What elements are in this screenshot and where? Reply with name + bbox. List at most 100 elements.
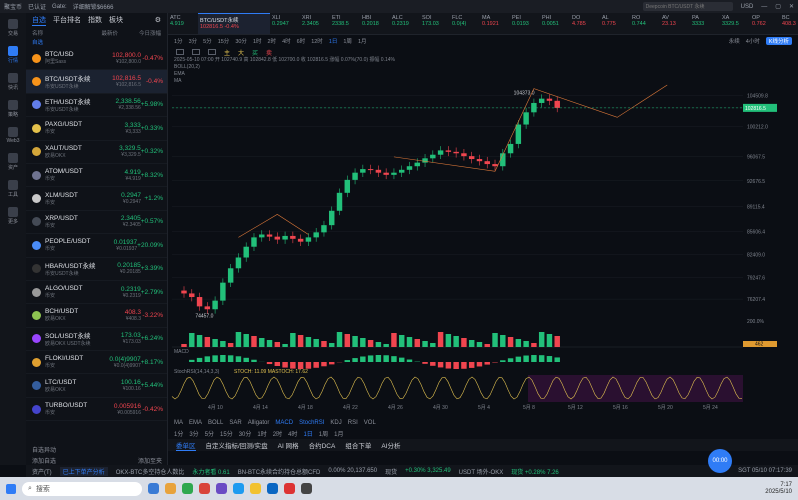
trendline-icon[interactable] (192, 49, 200, 55)
ticker-tab[interactable]: HBI 0.2018 (360, 13, 390, 34)
ticker-tab[interactable]: BC 408.3 (780, 13, 798, 34)
indicator-3[interactable]: SAR (229, 420, 241, 426)
timeframe-8[interactable]: 6时 (297, 37, 306, 45)
bottom-tf-6[interactable]: 2时 (273, 429, 282, 438)
watch-row[interactable]: PAXG/USDT 币安 3,333 ¥3,333 +0.33% (26, 117, 167, 141)
watch-row[interactable]: ATOM/USDT 币安 4.919 ¥4.919 +8.32% (26, 164, 167, 188)
timeframe-10[interactable]: 1日 (329, 37, 338, 45)
timeframe-3[interactable]: 15分 (218, 37, 230, 45)
watch-alerts[interactable]: 自选异动 (32, 445, 162, 454)
nav-item-7[interactable]: 更多 (7, 207, 18, 225)
ticker-tab[interactable]: XA 3329.5 (720, 13, 750, 34)
draw-tool-2[interactable]: 买 (252, 48, 258, 57)
ticker-tab[interactable]: SOI 173.03 (420, 13, 450, 34)
cursor-icon[interactable] (176, 49, 184, 55)
ticker-tab[interactable]: OP 0.762 (750, 13, 780, 34)
col-change[interactable]: 今日涨幅 (118, 29, 161, 37)
add-watch-button[interactable]: 添加自选 (32, 456, 56, 465)
timeframe-12[interactable]: 1月 (358, 37, 367, 45)
ticker-tab[interactable]: ALC 0.2319 (390, 13, 420, 34)
bottom-tf-5[interactable]: 1时 (257, 429, 266, 438)
watchlist-group[interactable]: 自选 (26, 38, 167, 47)
bottom-tf-8[interactable]: 1日 (303, 429, 312, 438)
app-icon-10[interactable] (301, 483, 312, 494)
kline-analysis-button[interactable]: K线分析 (765, 36, 792, 45)
bottom-tf-9[interactable]: 1周 (319, 429, 328, 438)
symbol-search-input[interactable]: Deepcoin BTC/USDT 永续 (642, 2, 733, 11)
timeframe-2[interactable]: 5分 (203, 37, 212, 45)
ticker-tab[interactable]: PEI 0.0193 (510, 13, 540, 34)
watch-row[interactable]: ETH/USDT永续 币安USDT永续 2,338.56 ¥2,338.56 +5.98… (26, 94, 167, 118)
timeframe-7[interactable]: 4时 (282, 37, 291, 45)
status-ticker-3[interactable]: 现货 (385, 467, 397, 476)
status-ticker-2[interactable]: BN-BTC永续合约持仓总额CFD (238, 467, 321, 476)
panel-tab-3[interactable]: 合约DCA (309, 440, 336, 450)
col-price[interactable]: 最新价 (75, 29, 118, 37)
watch-row[interactable]: BCH/USDT 欧易OKX 408.3 ¥408.3 -3.22% (26, 304, 167, 328)
ticker-tab[interactable]: MA 0.1921 (480, 13, 510, 34)
ticker-tab[interactable]: XLI 0.2947 (270, 13, 300, 34)
indicator-7[interactable]: KDJ (330, 420, 341, 426)
gate-sub[interactable]: 详细解锁$6666 (73, 2, 114, 11)
nav-item-0[interactable]: 交易 (7, 19, 18, 37)
ticker-tab[interactable]: AL 0.775 (600, 13, 630, 34)
taskbar-clock[interactable]: 7:17 2025/5/10 (765, 482, 792, 496)
watch-row[interactable]: TURBO/USDT 币安 0.005916 ¥0.005916 -0.42% (26, 398, 167, 422)
watch-row[interactable]: ALGO/USDT 币安 0.2319 ¥0.2319 +2.79% (26, 281, 167, 305)
app-icon-8[interactable] (267, 483, 278, 494)
channel-icon[interactable] (208, 49, 216, 55)
indicator-4[interactable]: Alligator (248, 420, 270, 426)
panel-tab-5[interactable]: AI分析 (381, 440, 400, 450)
bottom-tf-3[interactable]: 15分 (220, 429, 233, 438)
timeframe-0[interactable]: 1分 (174, 37, 183, 45)
app-icon-3[interactable] (182, 483, 193, 494)
indicator-9[interactable]: VOL (364, 420, 376, 426)
bottom-tf-10[interactable]: 1月 (334, 429, 343, 438)
ticker-tab[interactable]: FLC 0.0(4) (450, 13, 480, 34)
ticker-tab[interactable]: ETI 2338.5 (330, 13, 360, 34)
order-hint[interactable]: 已上下单产分析 (59, 466, 108, 476)
bottom-tf-1[interactable]: 3分 (189, 429, 198, 438)
timeframe-6[interactable]: 2时 (268, 37, 277, 45)
ticker-tab[interactable]: RO 0.744 (630, 13, 660, 34)
ticker-tab[interactable]: PHI 0.0051 (540, 13, 570, 34)
timeframe-5[interactable]: 1时 (253, 37, 262, 45)
panel-tab-2[interactable]: AI 网格 (278, 440, 299, 450)
draw-tool-3[interactable]: 卖 (266, 48, 272, 57)
price-chart[interactable]: 104509.8 102816.5 100212.0 96067.5 92676.5 89… (168, 57, 798, 417)
status-ticker-4[interactable]: USDT 场外-OKX (459, 467, 504, 476)
timeframe-9[interactable]: 12时 (311, 37, 323, 45)
manage-watch-button[interactable]: 添加至夹 (138, 456, 162, 465)
nav-item-4[interactable]: Web3 (7, 127, 19, 144)
indicator-5[interactable]: MACD (275, 420, 293, 426)
ticker-tab[interactable]: AV 23.13 (660, 13, 690, 34)
app-icon-7[interactable] (250, 483, 261, 494)
close-icon[interactable]: ✕ (789, 3, 794, 10)
col-name[interactable]: 名称 (32, 29, 75, 37)
ticker-tab[interactable]: ATC 4.919 (168, 13, 198, 34)
bottom-tf-2[interactable]: 5分 (205, 429, 214, 438)
indicator-8[interactable]: RSI (348, 420, 358, 426)
taskbar-search[interactable]: ⌕ 搜索 (22, 481, 142, 496)
verified-badge[interactable]: 已认证 (28, 2, 46, 11)
app-icon-6[interactable] (233, 483, 244, 494)
nav-item-5[interactable]: 资产 (7, 153, 18, 171)
indicator-1[interactable]: EMA (189, 420, 202, 426)
watch-row[interactable]: HBAR/USDT永续 币安USDT永续 0.20185 ¥0.20185 +3.39% (26, 258, 167, 281)
draw-tool-0[interactable]: 主 (224, 48, 230, 57)
timeframe-select[interactable]: 4小时 (746, 37, 760, 45)
currency-select[interactable]: USD (741, 4, 754, 10)
panel-tab-0[interactable]: 委单区 (176, 440, 196, 451)
watch-row[interactable]: BTC/USDT永续 币安USDT永续 102,816.5 ¥102,816.5 -0.… (26, 70, 167, 94)
watch-row[interactable]: XAUT/USDT 欧易OKX 3,329.5 ¥3,329.5 +0.32% (26, 141, 167, 164)
bottom-tf-7[interactable]: 4时 (288, 429, 297, 438)
app-icon-1[interactable] (148, 483, 159, 494)
watch-row[interactable]: PEOPLE/USDT 币安 0.01937 ¥0.01937 +20.09% (26, 234, 167, 258)
app-icon-9[interactable] (284, 483, 295, 494)
contract-type[interactable]: 永续 (729, 37, 740, 45)
watch-row[interactable]: SOL/USDT永续 欧易OKX USDT永续 173.03 ¥173.03 +6.24… (26, 328, 167, 352)
watch-row[interactable]: XRP/USDT 币安 2.3405 ¥2.3405 +0.57% (26, 211, 167, 235)
panel-tab-4[interactable]: 组合下单 (345, 440, 371, 450)
minimize-icon[interactable]: — (761, 4, 767, 10)
indicator-2[interactable]: BOLL (208, 420, 223, 426)
